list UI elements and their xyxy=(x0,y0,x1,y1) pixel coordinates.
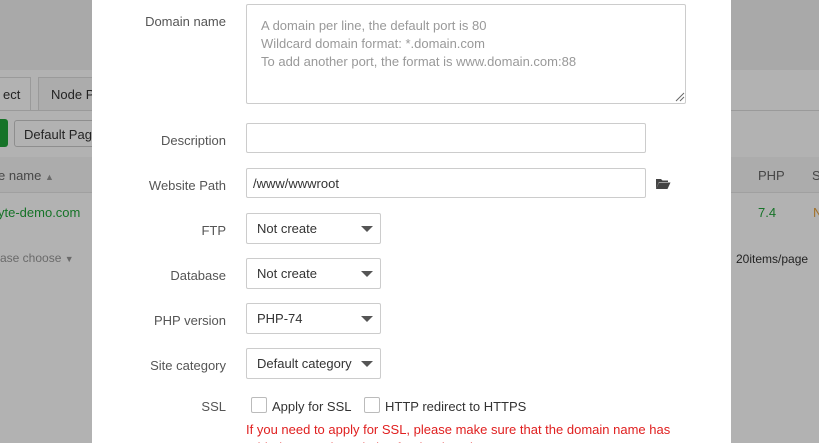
chevron-down-icon xyxy=(361,271,373,277)
resize-grip-icon[interactable] xyxy=(675,92,685,102)
site-category-selected-value: Default category xyxy=(257,356,352,371)
chevron-down-icon xyxy=(361,361,373,367)
ftp-label: FTP xyxy=(201,223,226,238)
ftp-selected-value: Not create xyxy=(257,221,317,236)
domain-name-textarea[interactable] xyxy=(246,4,686,104)
database-label: Database xyxy=(170,268,226,283)
database-select[interactable]: Not create xyxy=(246,258,381,289)
chevron-down-icon xyxy=(361,226,373,232)
ssl-label: SSL xyxy=(201,399,226,414)
website-path-input[interactable] xyxy=(246,168,646,198)
site-category-label: Site category xyxy=(150,358,226,373)
php-version-label: PHP version xyxy=(153,313,226,328)
chevron-down-icon xyxy=(361,316,373,322)
description-label: Description xyxy=(160,133,226,148)
folder-open-icon[interactable] xyxy=(655,178,671,190)
database-selected-value: Not create xyxy=(257,266,317,281)
php-version-select[interactable]: PHP-74 xyxy=(246,303,381,334)
domain-name-label: Domain name xyxy=(145,14,226,29)
apply-ssl-checkbox[interactable] xyxy=(251,397,267,413)
apply-ssl-label[interactable]: Apply for SSL xyxy=(272,399,352,414)
add-site-dialog: Domain name Description Website Path FTP… xyxy=(92,0,731,443)
ftp-select[interactable]: Not create xyxy=(246,213,381,244)
site-category-select[interactable]: Default category xyxy=(246,348,381,379)
https-redirect-checkbox[interactable] xyxy=(364,397,380,413)
https-redirect-label[interactable]: HTTP redirect to HTTPS xyxy=(385,399,526,414)
php-version-selected-value: PHP-74 xyxy=(257,311,303,326)
website-path-label: Website Path xyxy=(148,178,226,193)
ssl-warning-text: If you need to apply for SSL, please mak… xyxy=(246,422,671,443)
description-input[interactable] xyxy=(246,123,646,153)
